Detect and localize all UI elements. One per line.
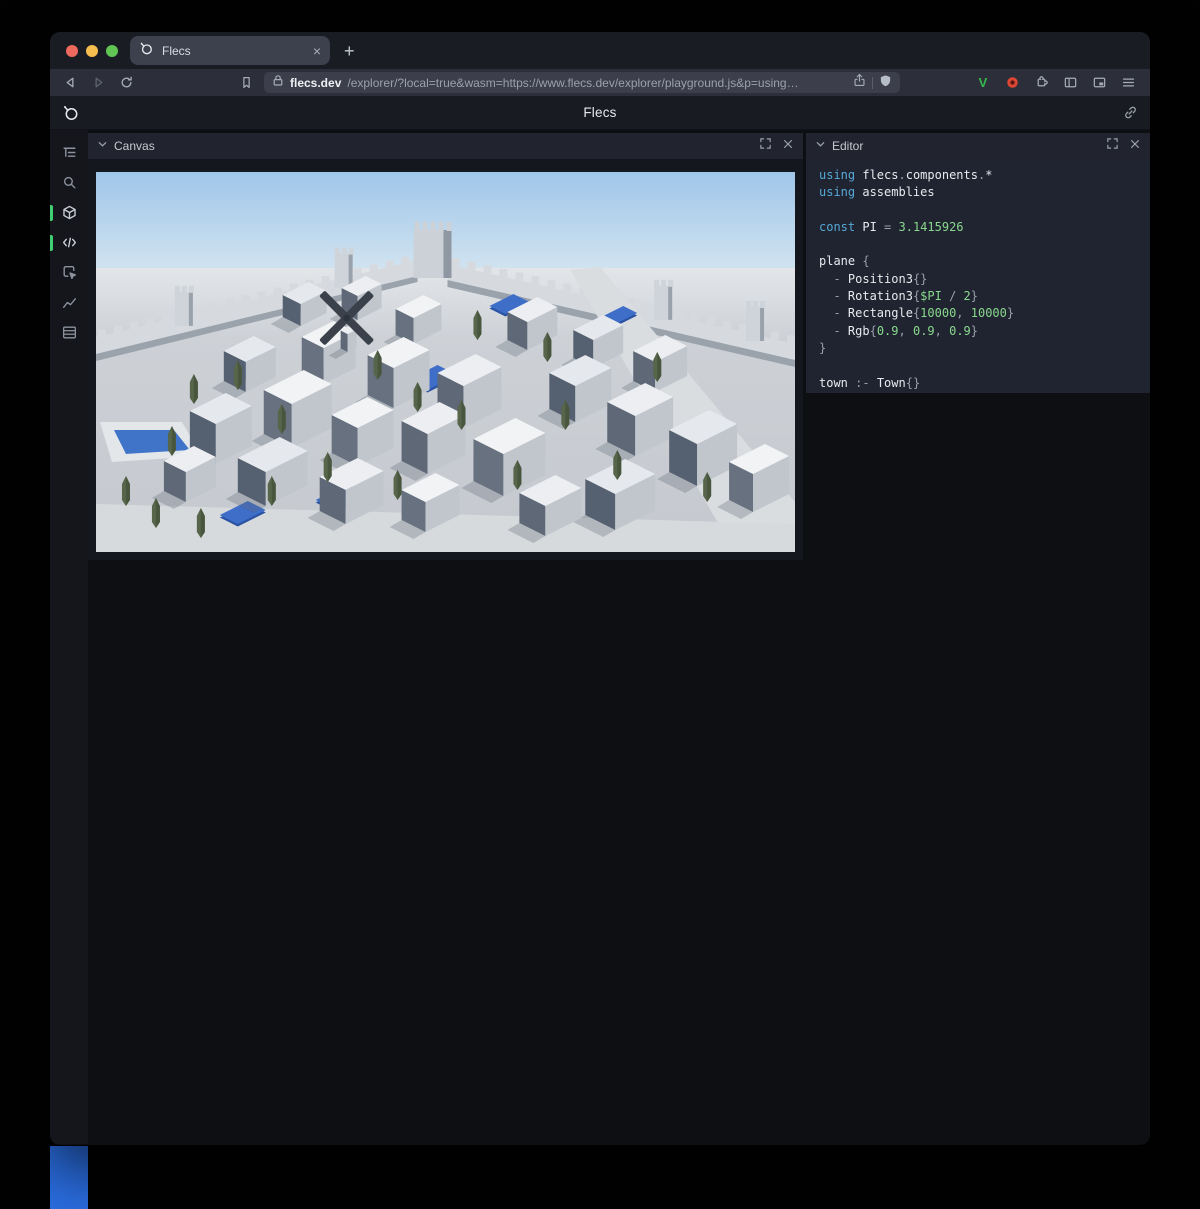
code-line: plane { [819, 253, 1150, 270]
code-line: - Rectangle{10000, 10000} [819, 305, 1150, 322]
sidebar-item-tree[interactable] [56, 139, 82, 165]
reload-icon [119, 75, 134, 90]
extension-buttons: V [973, 73, 1140, 93]
content-area: Canvas [88, 130, 1150, 1144]
background-window-strip [50, 1146, 88, 1209]
back-button[interactable] [60, 73, 80, 93]
code-line: town :- Town{} [819, 375, 1150, 392]
app-header: Flecs [50, 96, 1150, 130]
chart-icon [61, 294, 78, 311]
bookmarks-button[interactable] [236, 73, 256, 93]
editor-code[interactable]: using flecs.components.*using assemblies… [806, 159, 1150, 392]
extensions-puzzle-button[interactable] [1031, 73, 1051, 93]
bookmark-icon [239, 75, 254, 90]
share-icon[interactable] [853, 73, 866, 92]
sidebar-item-code[interactable] [56, 229, 82, 255]
puzzle-icon [1034, 75, 1049, 90]
canvas-body [88, 159, 803, 560]
canvas-panel-header: Canvas [88, 133, 803, 159]
code-line: using flecs.components.* [819, 167, 1150, 184]
tree-icon [61, 144, 78, 161]
sidebar-icon [1063, 75, 1078, 90]
sidebar-item-data[interactable] [56, 319, 82, 345]
code-active-indicator [50, 235, 53, 251]
inspect-icon [61, 264, 78, 281]
table-icon [61, 324, 78, 341]
browser-window: Flecs × + flecs.dev [50, 32, 1150, 1145]
pip-icon [1092, 75, 1107, 90]
code-line: - Rotation3{$PI / 2} [819, 288, 1150, 305]
chevron-down-icon [97, 139, 108, 150]
code-icon [61, 234, 78, 251]
editor-close-button[interactable] [1129, 137, 1141, 155]
canvas-3d-scene[interactable] [96, 172, 795, 552]
flecs-favicon-icon [139, 41, 154, 61]
url-bar[interactable]: flecs.dev /explorer/?local=true&wasm=htt… [264, 72, 900, 93]
chevron-down-icon [815, 139, 826, 150]
editor-expand-button[interactable] [1106, 137, 1119, 155]
code-line: } [819, 340, 1150, 357]
sidebar-item-stats[interactable] [56, 289, 82, 315]
reading-list-button[interactable] [1089, 73, 1109, 93]
menu-button[interactable] [1118, 73, 1138, 93]
forward-button[interactable] [88, 73, 108, 93]
zoom-window-button[interactable] [106, 45, 118, 57]
code-line [819, 236, 1150, 253]
minimize-window-button[interactable] [86, 45, 98, 57]
close-window-button[interactable] [66, 45, 78, 57]
editor-collapse-button[interactable] [815, 137, 826, 155]
tab-close-icon[interactable]: × [313, 44, 321, 58]
canvas-panel: Canvas [88, 133, 803, 560]
code-line: - Rgb{0.9, 0.9, 0.9} [819, 323, 1150, 340]
expand-icon [759, 137, 772, 150]
url-path: /explorer/?local=true&wasm=https://www.f… [347, 76, 847, 90]
reload-button[interactable] [116, 73, 136, 93]
window-controls [50, 45, 130, 57]
code-line: const PI = 3.1415926 [819, 219, 1150, 236]
new-tab-button[interactable]: + [344, 42, 355, 60]
url-divider [872, 77, 873, 89]
canvas-expand-button[interactable] [759, 137, 772, 155]
red-dot-icon [1005, 75, 1020, 90]
code-line [819, 357, 1150, 374]
tab-title: Flecs [162, 44, 305, 58]
canvas-close-button[interactable] [782, 137, 794, 155]
editor-panel-title: Editor [832, 139, 863, 153]
app-body: Canvas [50, 130, 1150, 1144]
canvas-collapse-button[interactable] [97, 137, 108, 155]
editor-panel-header: Editor [806, 133, 1150, 159]
record-extension-button[interactable] [1002, 73, 1022, 93]
sidebar [50, 130, 88, 1144]
v-extension-button[interactable]: V [973, 73, 993, 93]
search-icon [61, 174, 78, 191]
editor-panel: Editor using flecs.components.*using as [806, 133, 1150, 393]
url-domain: flecs.dev [290, 76, 341, 90]
tab-bar: Flecs × + [50, 32, 1150, 69]
close-icon [782, 138, 794, 150]
sidebar-item-scene[interactable] [56, 199, 82, 225]
desktop-background: Flecs × + flecs.dev [0, 0, 1200, 1209]
app-title: Flecs [50, 105, 1150, 120]
cube-icon [61, 204, 78, 221]
hamburger-icon [1121, 75, 1136, 90]
flecs-explorer: Flecs [50, 96, 1150, 1144]
scene-active-indicator [50, 205, 53, 221]
link-icon [1123, 105, 1138, 120]
shield-icon[interactable] [879, 74, 892, 92]
code-line: - Position3{} [819, 271, 1150, 288]
expand-icon [1106, 137, 1119, 150]
lock-icon [272, 74, 284, 92]
code-line: using assemblies [819, 184, 1150, 201]
forward-icon [91, 75, 106, 90]
browser-tab[interactable]: Flecs × [130, 36, 330, 65]
sidebar-toggle-button[interactable] [1060, 73, 1080, 93]
code-line [819, 202, 1150, 219]
sidebar-item-inspect[interactable] [56, 259, 82, 285]
browser-toolbar: flecs.dev /explorer/?local=true&wasm=htt… [50, 69, 1150, 96]
back-icon [63, 75, 78, 90]
share-link-button[interactable] [1123, 105, 1138, 125]
sidebar-item-search[interactable] [56, 169, 82, 195]
canvas-panel-title: Canvas [114, 139, 155, 153]
close-icon [1129, 138, 1141, 150]
